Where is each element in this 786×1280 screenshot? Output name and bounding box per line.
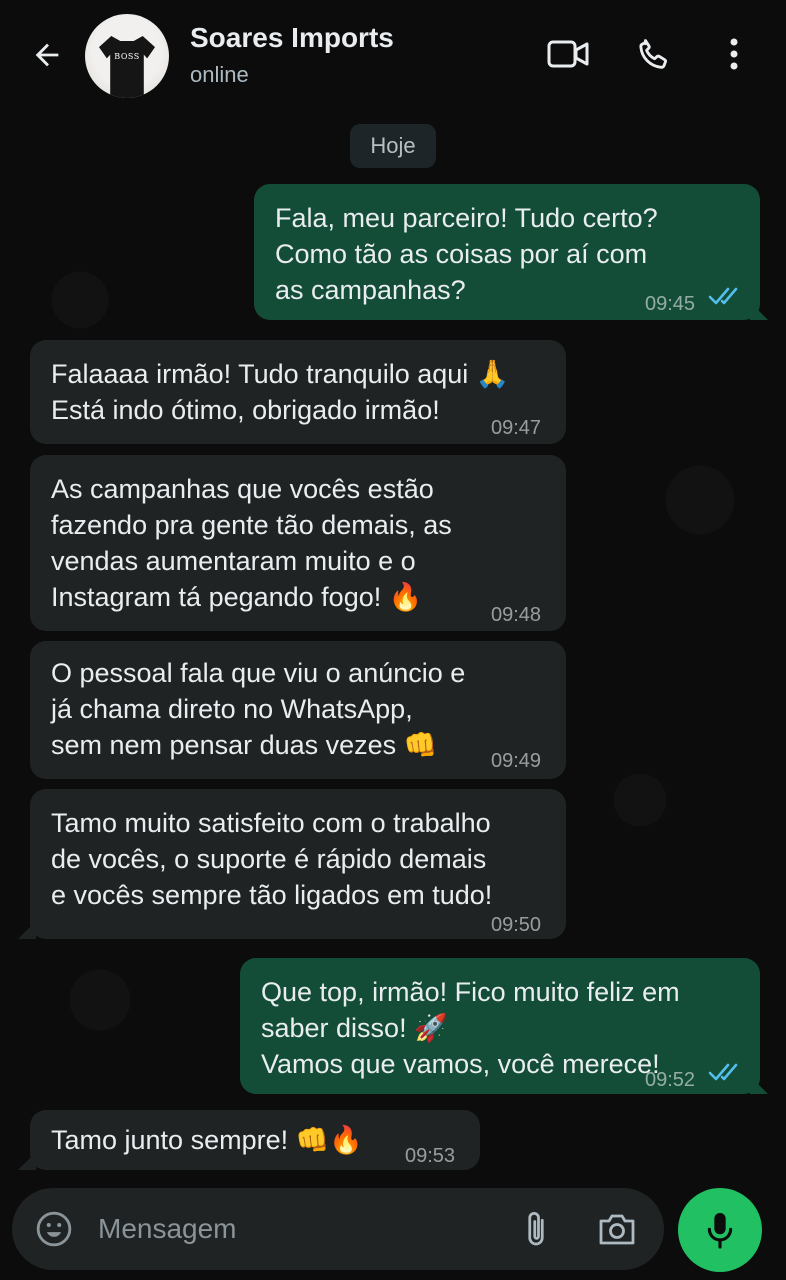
bubble-tail [750,1076,768,1094]
mic-icon [707,1213,733,1249]
attach-icon [528,1212,544,1246]
message-time: 09:49 [491,750,542,772]
contact-name[interactable]: Soares Imports [190,22,394,54]
more-options-button[interactable] [712,32,756,76]
message-time: 09:47 [491,417,542,439]
chat-screen: BOSS Soares Imports online Hoje Fala, me… [0,0,786,1280]
message-time: 09:50 [491,914,542,936]
message-composer [12,1188,664,1270]
emoji-icon [36,1211,72,1247]
mic-button[interactable] [678,1188,762,1272]
camera-icon [599,1214,635,1245]
avatar[interactable]: BOSS [85,14,169,98]
bubble-tail [18,1152,36,1170]
date-separator: Hoje [350,124,436,168]
message-outgoing[interactable]: Fala, meu parceiro! Tudo certo? Como tão… [254,184,768,320]
bubble-tail [18,921,36,939]
message-outgoing[interactable]: Que top, irmão! Fico muito feliz em sabe… [240,958,768,1094]
voice-call-button[interactable] [632,32,676,76]
phone-icon [639,39,667,69]
message-text: Falaaaa irmão! Tudo tranquilo aqui 🙏 Est… [51,359,510,425]
message-text: O pessoal fala que viu o anúncio e já ch… [51,658,466,760]
message-input[interactable] [98,1208,488,1250]
video-call-button[interactable] [546,32,590,76]
contact-status: online [190,62,249,87]
video-call-icon [547,40,589,68]
double-check-icon [708,1063,738,1081]
double-check-icon [708,287,738,305]
message-time: 09:53 [405,1145,456,1167]
avatar-shirt-image [99,36,155,98]
avatar-brand-text: BOSS [114,52,140,61]
emoji-button[interactable] [32,1207,76,1251]
message-incoming[interactable]: Falaaaa irmão! Tudo tranquilo aqui 🙏 Est… [30,340,566,444]
message-text: As campanhas que vocês estão fazendo pra… [51,474,452,612]
more-options-icon [730,38,738,70]
attach-button[interactable] [514,1207,558,1251]
message-incoming[interactable]: Tamo muito satisfeito com o trabalho de … [18,789,566,939]
back-button[interactable] [22,30,72,80]
message-text: Fala, meu parceiro! Tudo certo? Como tão… [275,203,658,305]
back-arrow-icon [35,43,59,67]
message-text: Que top, irmão! Fico muito feliz em sabe… [261,977,680,1079]
message-text: Tamo junto sempre! 👊🔥 [51,1125,363,1155]
message-incoming[interactable]: As campanhas que vocês estão fazendo pra… [30,455,566,631]
chat-header: BOSS Soares Imports online [0,0,786,112]
message-incoming[interactable]: O pessoal fala que viu o anúncio e já ch… [30,641,566,779]
message-time: 09:45 [645,293,696,315]
camera-button[interactable] [594,1207,640,1251]
bubble-tail [750,302,768,320]
message-incoming[interactable]: Tamo junto sempre! 👊🔥 09:53 [18,1110,480,1170]
message-text: Tamo muito satisfeito com o trabalho de … [51,808,493,910]
message-time: 09:48 [491,604,542,626]
message-time: 09:52 [645,1069,696,1091]
